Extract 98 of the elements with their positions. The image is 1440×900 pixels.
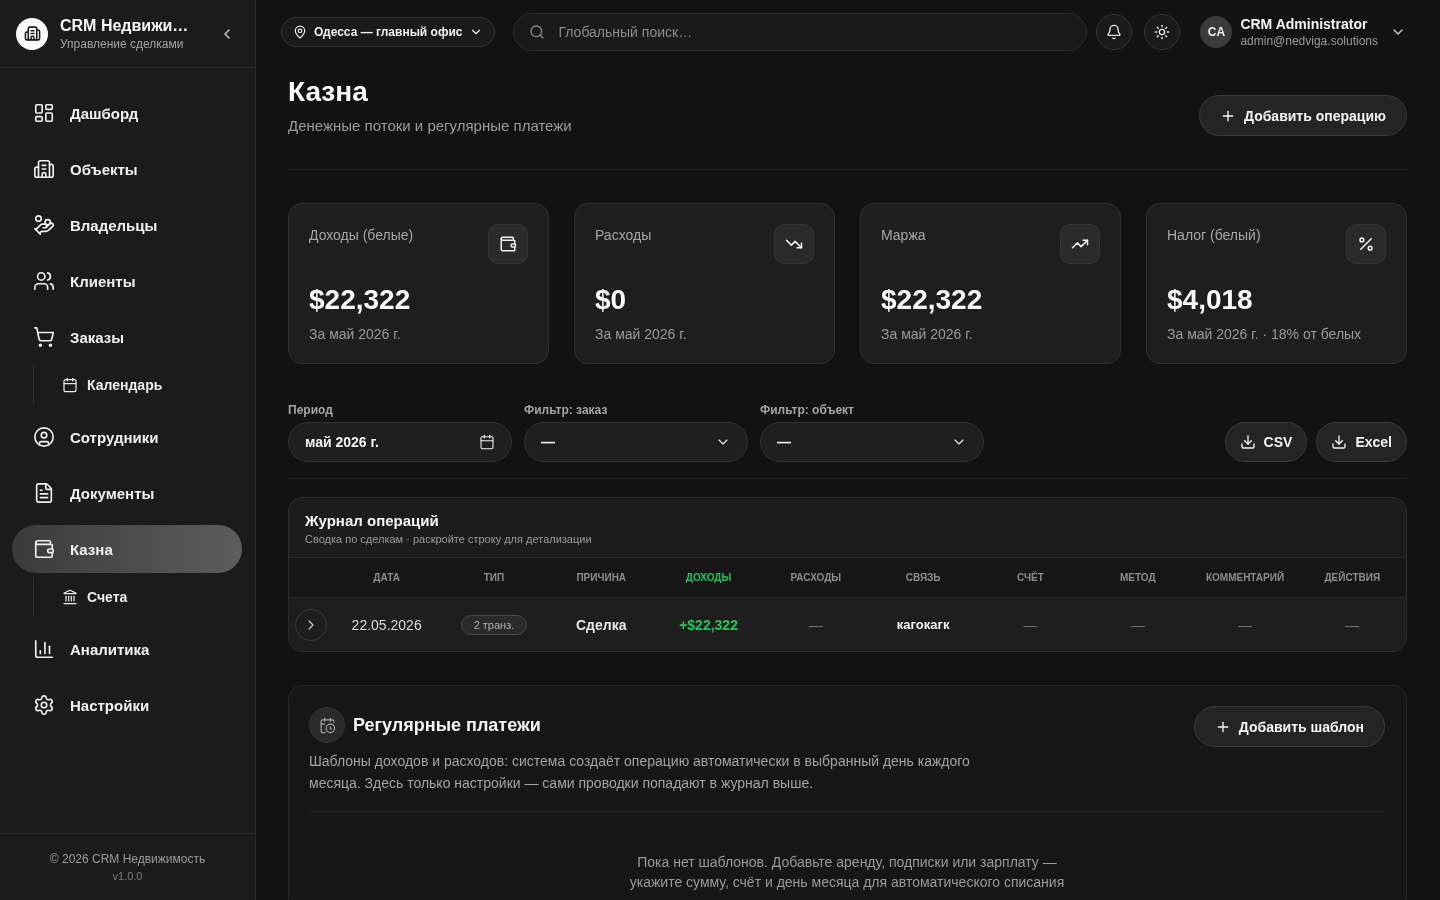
grid-icon <box>33 102 55 124</box>
column-header: РАСХОДЫ <box>790 572 842 583</box>
select-field[interactable]: — <box>524 422 748 462</box>
field-label: Фильтр: объект <box>760 403 855 418</box>
download-icon <box>1331 434 1348 450</box>
table-cell: — <box>1130 616 1145 633</box>
office-selector[interactable]: Одесса — главный офис <box>281 17 496 47</box>
sun-icon <box>1154 24 1171 40</box>
expand-button[interactable] <box>295 608 327 641</box>
empty-state-text: Пока нет шаблонов. Добавьте аренду, подписки или зарплату — укажите сумму, счёт и день месяца для автоматического списания <box>628 853 1066 892</box>
bell-icon <box>1106 24 1123 40</box>
column-header: СВЯЗЬ <box>905 572 941 583</box>
export-button[interactable]: CSV <box>1224 422 1308 462</box>
table-cell: — <box>808 616 823 633</box>
building-icon <box>33 158 55 180</box>
column-header: ТИП <box>483 572 505 583</box>
table-cell: Сделка <box>576 616 627 633</box>
nav-item[interactable]: Настройки <box>12 681 242 729</box>
section-title: Регулярные платежи <box>353 714 541 736</box>
user-circle-icon <box>33 426 55 448</box>
date-field[interactable]: май 2026 г. <box>288 422 512 462</box>
stat-label: Доходы (белые) <box>309 227 414 243</box>
nav-item[interactable]: Казна <box>12 525 242 573</box>
settings-icon <box>33 694 55 716</box>
trend-up-icon <box>1060 224 1100 264</box>
stat-value: $4,018 <box>1167 284 1254 316</box>
nav-item[interactable]: Владельцы <box>12 201 242 249</box>
notifications-button[interactable] <box>1096 14 1133 50</box>
logo-icon <box>16 17 48 50</box>
field-label: Фильтр: заказ <box>524 403 609 418</box>
stat-value: $22,322 <box>881 284 984 316</box>
nav-subitem[interactable]: Календарь <box>50 365 242 405</box>
calendar-clock-icon <box>309 707 345 743</box>
document-icon <box>33 482 55 504</box>
add-template-button[interactable]: Добавить шаблон <box>1193 706 1385 747</box>
table-cell: кагокагк <box>896 617 950 632</box>
user-name: CRM Administrator <box>1240 16 1369 32</box>
table-cell: — <box>1023 616 1038 633</box>
stat-value: $22,322 <box>309 284 412 316</box>
nav-item[interactable]: Сотрудники <box>12 413 242 461</box>
column-header: КОММЕНТАРИЙ <box>1205 572 1285 583</box>
cart-icon <box>33 326 55 348</box>
download-icon <box>1239 434 1256 450</box>
stat-label: Расходы <box>595 227 652 243</box>
column-header: ДЕЙСТВИЯ <box>1324 572 1381 583</box>
brand-subtitle: Управление сделками <box>60 36 185 51</box>
hand-coins-icon <box>33 214 55 236</box>
journal-subtitle: Сводка по сделкам · раскройте строку для детализации <box>305 533 593 545</box>
select-field[interactable]: — <box>760 422 984 462</box>
stat-note: За май 2026 г. <box>309 325 402 344</box>
export-button[interactable]: Excel <box>1316 422 1407 462</box>
stat-note: За май 2026 г. <box>881 325 974 344</box>
column-header: ДАТА <box>373 572 400 583</box>
table-cell: — <box>1238 616 1253 633</box>
trend-down-icon <box>774 224 814 264</box>
nav-subitem[interactable]: Счета <box>50 577 242 617</box>
stat-note: За май 2026 г. <box>595 325 688 344</box>
page-subtitle: Денежные потоки и регулярные платежи <box>288 116 572 136</box>
search-field[interactable]: Глобальный поиск… <box>513 13 1088 51</box>
stat-label: Маржа <box>881 227 926 243</box>
wallet-icon <box>33 538 55 560</box>
add-operation-button[interactable]: Добавить операцию <box>1199 95 1407 136</box>
table-cell: — <box>1345 616 1360 633</box>
copyright-text: © 2026 CRM Недвижимость <box>49 852 206 866</box>
table-cell: +$22,322 <box>679 616 738 633</box>
column-header: СЧЁТ <box>1017 572 1044 583</box>
version-text: v1.0.0 <box>112 870 143 882</box>
table-cell: 22.05.2026 <box>351 616 422 633</box>
stat-value: $0 <box>595 284 628 316</box>
brand-title: CRM Недвижи… <box>60 16 190 35</box>
bar-chart-icon <box>33 638 55 660</box>
nav-item[interactable]: Клиенты <box>12 257 242 305</box>
section-description: Шаблоны доходов и расходов: система создаёт операцию автоматически в выбранный день каждого месяца. Здесь только настройки — сами проводки попадают в журнал выше. <box>309 752 971 793</box>
column-header: МЕТОД <box>1119 572 1156 583</box>
page-title: Казна <box>288 75 369 109</box>
user-email: admin@nedviga.solutions <box>1240 34 1378 48</box>
field-label: Период <box>288 403 334 418</box>
calendar-icon <box>479 434 495 450</box>
type-badge: 2 транз. <box>460 614 528 635</box>
nav-item[interactable]: Аналитика <box>12 625 242 673</box>
nav-item[interactable]: Заказы <box>12 313 242 361</box>
wallet-icon <box>488 224 528 264</box>
users-icon <box>33 270 55 292</box>
nav-item[interactable]: Дашборд <box>12 89 242 137</box>
column-header: ПРИЧИНА <box>576 572 627 583</box>
stat-note: За май 2026 г. · 18% от белых <box>1167 325 1363 344</box>
column-header: ДОХОДЫ <box>685 572 732 583</box>
avatar[interactable]: CA <box>1200 16 1233 48</box>
search-icon <box>529 24 546 40</box>
nav-item[interactable]: Документы <box>12 469 242 517</box>
calendar-icon <box>62 377 78 393</box>
percent-icon <box>1346 224 1386 264</box>
stat-label: Налог (белый) <box>1167 227 1261 243</box>
pin-icon <box>293 25 307 39</box>
journal-title: Журнал операций <box>305 512 440 529</box>
theme-button[interactable] <box>1144 14 1181 50</box>
nav-item[interactable]: Объекты <box>12 145 242 193</box>
bank-icon <box>62 589 78 605</box>
